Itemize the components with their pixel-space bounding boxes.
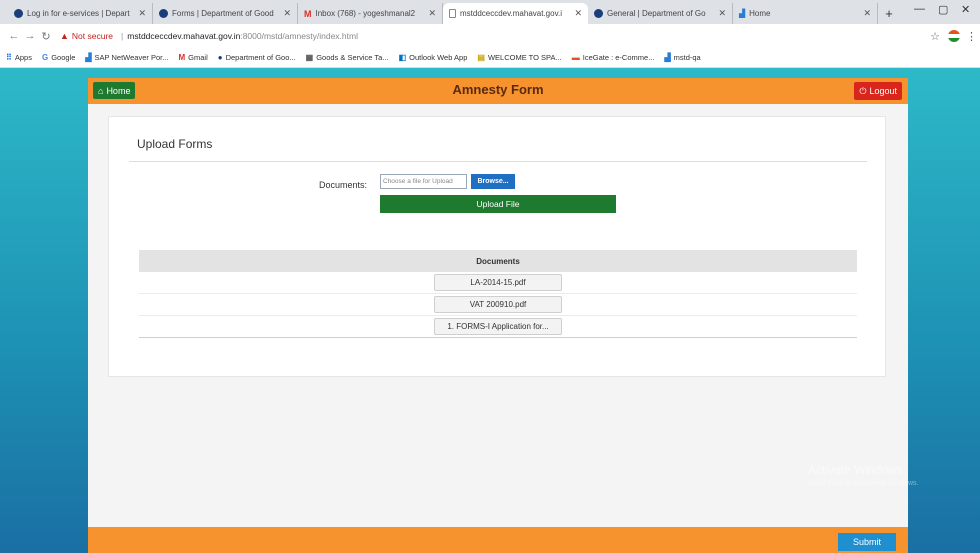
bookmark-label: Goods & Service Ta... — [316, 53, 389, 62]
upload-file-button[interactable]: Upload File — [380, 195, 616, 213]
bar-chart-icon: ▟ — [664, 53, 671, 62]
address-bar[interactable]: ▲ Not secure | mstddceccdev.mahavat.gov.… — [60, 27, 920, 45]
logout-label: Logout — [869, 86, 897, 96]
more-menu-icon[interactable]: ⋮ — [966, 30, 977, 43]
bookmark-label: Outlook Web App — [409, 53, 468, 62]
divider: | — [121, 31, 124, 41]
document-link-button[interactable]: LA-2014-15.pdf — [434, 274, 562, 291]
amnesty-app: ⌂ Home Amnesty Form ⏻ Logout Upload Form… — [88, 78, 908, 553]
bookmark-label: Apps — [14, 53, 32, 62]
reload-icon[interactable]: ↻ — [38, 30, 54, 43]
bookmark-item[interactable]: ▬ IceGate : e-Comme... — [572, 53, 655, 62]
power-icon: ⏻ — [859, 85, 867, 96]
browser-tab[interactable]: M Inbox (768) - yogeshmanal2 ✕ — [298, 3, 443, 24]
document-link-button[interactable]: 1. FORMS-I Application for... — [434, 318, 562, 335]
bookmark-item[interactable]: ● Department of Goo... — [218, 53, 296, 62]
tab-title: General | Department of Go — [607, 9, 706, 18]
apps-grid-icon: ⠿ — [6, 53, 12, 62]
new-tab-button[interactable]: + — [880, 3, 898, 24]
bookmark-label: Google — [51, 53, 76, 62]
globe-icon — [14, 9, 23, 18]
tab-title: mstddceccdev.mahavat.gov.i — [460, 9, 562, 18]
browser-tab[interactable]: ▟ Home ✕ — [733, 3, 878, 24]
profile-flag-icon[interactable] — [948, 30, 960, 42]
browse-button[interactable]: Browse... — [471, 174, 515, 189]
browser-toolbar: ← → ↻ ▲ Not secure | mstddceccdev.mahava… — [0, 24, 980, 48]
bookmark-label: mstd-qa — [673, 53, 701, 62]
globe-icon — [159, 9, 168, 18]
bookmark-item[interactable]: M Gmail — [178, 53, 207, 62]
not-secure-label: Not secure — [71, 31, 114, 41]
gmail-icon: M — [304, 8, 312, 19]
file-input[interactable]: Choose a file for Upload — [380, 174, 467, 189]
bookmark-item[interactable]: ▟ SAP NetWeaver Por... — [85, 53, 168, 62]
browser-tab-strip: Log in for e-services | Depart ✕ Forms |… — [0, 0, 980, 24]
spa-icon: ▤ — [477, 53, 485, 62]
close-icon[interactable]: ✕ — [428, 8, 436, 19]
close-icon[interactable]: ✕ — [574, 8, 582, 19]
minimize-icon[interactable]: — — [914, 3, 925, 15]
table-row: LA-2014-15.pdf — [139, 272, 857, 294]
bookmark-item[interactable]: G Google — [42, 53, 75, 62]
tab-title: Log in for e-services | Depart — [27, 9, 130, 18]
tab-title: Home — [749, 9, 771, 18]
url-path: :8000/mstd/amnesty/index.html — [240, 31, 358, 41]
activate-windows-subtext: Go to Settings to activate Windows. — [808, 480, 919, 487]
browser-tab[interactable]: Forms | Department of Good ✕ — [153, 3, 298, 24]
back-icon[interactable]: ← — [6, 30, 22, 42]
document-link-button[interactable]: VAT 200910.pdf — [434, 296, 562, 313]
warning-icon: ▲ — [60, 31, 69, 41]
browser-tab-active[interactable]: mstddceccdev.mahavat.gov.i ✕ — [443, 3, 588, 24]
building-icon: ▦ — [305, 53, 314, 62]
upload-card: Upload Forms Documents: Choose a file fo… — [108, 116, 886, 377]
maximize-icon[interactable]: ▢ — [938, 3, 948, 16]
bookmark-label: IceGate : e-Comme... — [582, 53, 655, 62]
divider — [129, 161, 867, 162]
outlook-icon: ◧ — [398, 53, 407, 62]
bookmark-label: SAP NetWeaver Por... — [94, 53, 169, 62]
bookmark-star-icon[interactable]: ☆ — [928, 30, 942, 43]
page-title: Amnesty Form — [452, 82, 544, 97]
bookmarks-bar: ⠿ Apps G Google ▟ SAP NetWeaver Por... M Gma… — [0, 48, 980, 68]
table-header: Documents — [139, 250, 857, 272]
globe-icon: ● — [217, 53, 223, 62]
flag-icon: ▬ — [571, 53, 580, 62]
bookmark-label: WELCOME TO SPA... — [487, 53, 562, 62]
documents-table: Documents LA-2014-15.pdf VAT 200910.pdf … — [139, 250, 857, 338]
browser-tab[interactable]: Log in for e-services | Depart ✕ — [8, 3, 153, 24]
page-icon — [449, 9, 456, 18]
close-icon[interactable]: ✕ — [718, 8, 726, 19]
bookmark-item[interactable]: ◧ Outlook Web App — [399, 53, 468, 62]
app-footer: Submit — [88, 527, 908, 553]
forward-icon[interactable]: → — [22, 30, 38, 42]
globe-icon — [594, 9, 603, 18]
url-host: mstddceccdev.mahavat.gov.in — [127, 31, 241, 41]
bar-chart-icon: ▟ — [85, 53, 92, 62]
bar-chart-icon: ▟ — [739, 9, 746, 18]
browser-tab[interactable]: General | Department of Go ✕ — [588, 3, 733, 24]
table-row: 1. FORMS-I Application for... — [139, 316, 857, 338]
table-row: VAT 200910.pdf — [139, 294, 857, 316]
submit-button[interactable]: Submit — [838, 533, 896, 551]
close-icon[interactable]: ✕ — [863, 8, 871, 19]
gmail-icon: M — [178, 53, 186, 62]
logout-button[interactable]: ⏻ Logout — [854, 82, 902, 100]
bookmark-item[interactable]: ⠿ Apps — [6, 53, 32, 62]
app-header: ⌂ Home Amnesty Form ⏻ Logout — [88, 78, 908, 104]
close-icon[interactable]: ✕ — [138, 8, 146, 19]
documents-label: Documents: — [319, 180, 368, 190]
close-icon[interactable]: ✕ — [283, 8, 291, 19]
google-icon: G — [41, 53, 49, 62]
bookmark-item[interactable]: ▟ mstd-qa — [664, 53, 700, 62]
close-window-icon[interactable]: ✕ — [961, 3, 970, 16]
tab-title: Inbox (768) - yogeshmanal2 — [315, 9, 416, 18]
bookmark-label: Department of Goo... — [225, 53, 296, 62]
bookmark-item[interactable]: ▤ WELCOME TO SPA... — [477, 53, 561, 62]
bookmark-item[interactable]: ▦ Goods & Service Ta... — [306, 53, 389, 62]
section-title: Upload Forms — [137, 137, 213, 151]
tab-title: Forms | Department of Good — [172, 9, 274, 18]
bookmark-label: Gmail — [188, 53, 208, 62]
